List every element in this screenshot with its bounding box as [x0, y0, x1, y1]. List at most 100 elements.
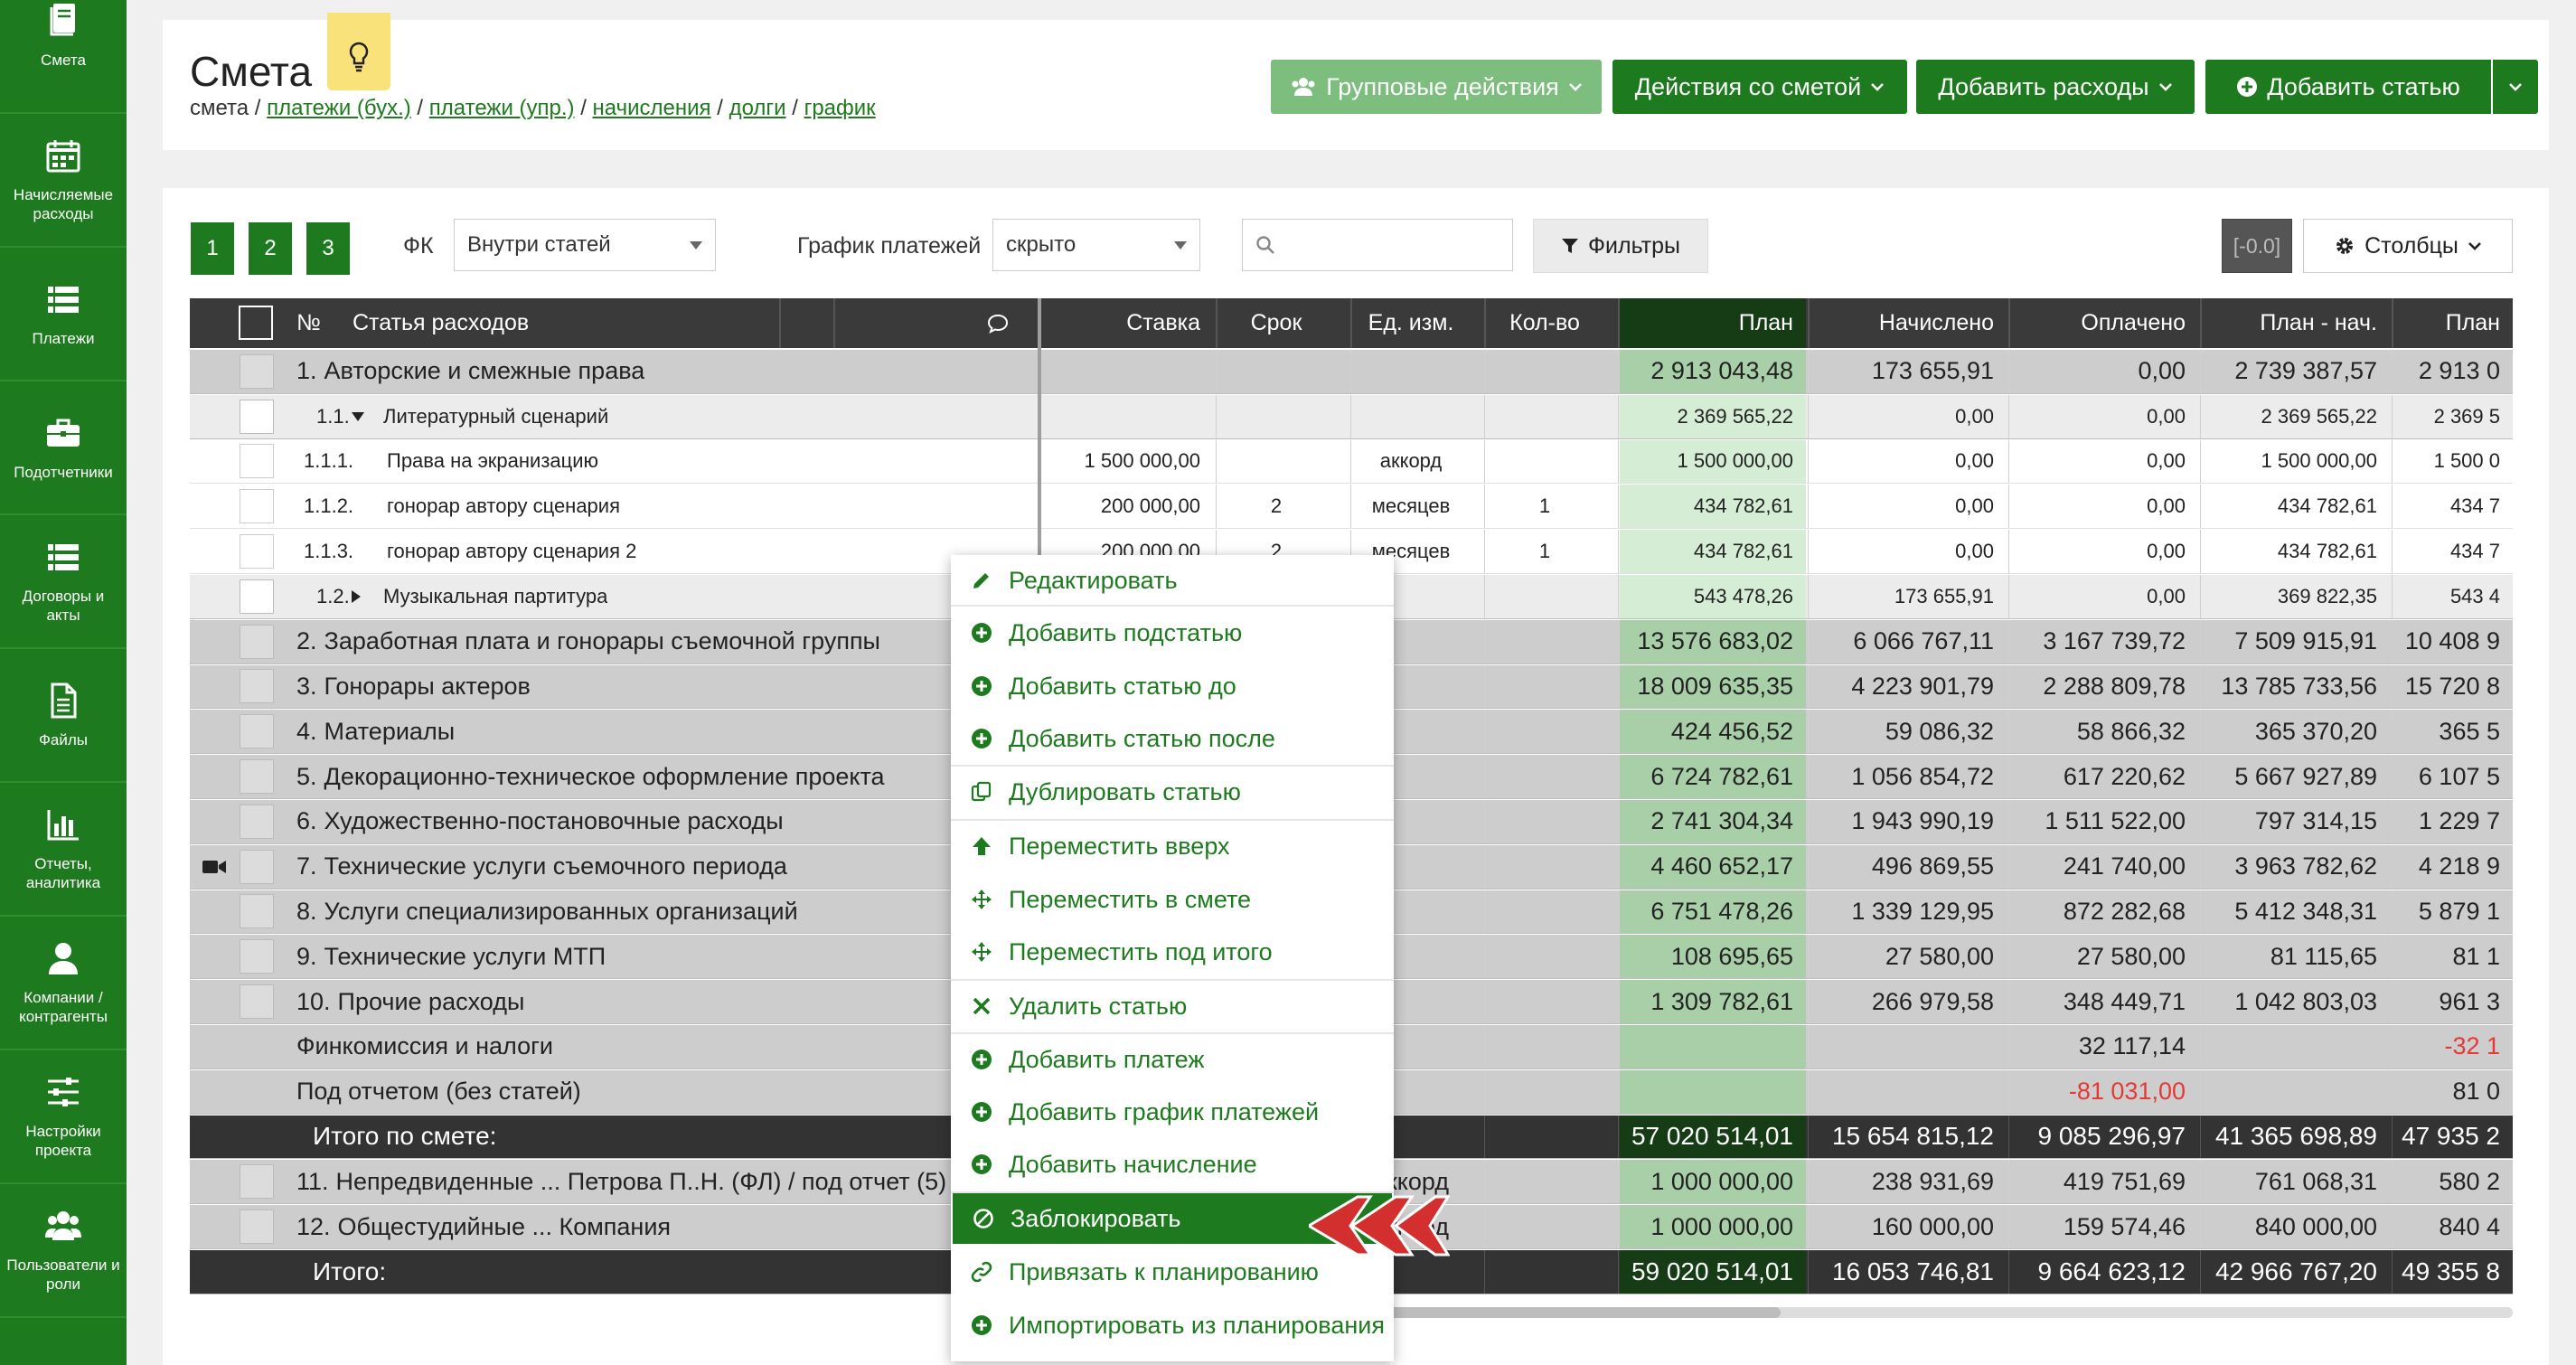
scrollbar-thumb[interactable]	[1383, 1307, 1781, 1318]
sidebar-item-4[interactable]: Договоры и акты	[0, 515, 127, 649]
page-button-1[interactable]: 1	[191, 222, 234, 275]
menu-item-0[interactable]: Редактировать	[951, 555, 1394, 606]
pointer-arrow-icon	[1309, 1195, 1450, 1257]
menu-item-8[interactable]: Удалить статью	[951, 981, 1394, 1031]
breadcrumb-link-4[interactable]: график	[804, 96, 876, 120]
column-divider	[1808, 350, 1809, 393]
sidebar-item-6[interactable]: Отчеты, аналитика	[0, 783, 127, 917]
cell-diff: 42 966 767,20	[2214, 1257, 2377, 1285]
bar-chart-icon	[47, 810, 79, 841]
row-checkbox[interactable]	[240, 849, 274, 884]
filters-button[interactable]: Фильтры	[1533, 219, 1708, 273]
menu-item-6[interactable]: Переместить в смете	[951, 874, 1394, 925]
row-checkbox[interactable]	[240, 984, 274, 1020]
sidebar-item-1[interactable]: Начисляемые расходы	[0, 114, 127, 248]
lightbulb-icon	[349, 42, 369, 72]
table-row[interactable]: 1.1. Литературный сценарий 2 369 565,22 0,0…	[190, 394, 2513, 439]
menu-item-14[interactable]: Импортировать из планирования	[951, 1300, 1394, 1351]
estimate-actions-button[interactable]: Действия со сметой	[1612, 60, 1907, 114]
row-checkbox[interactable]	[240, 669, 274, 704]
cell-plan2: 1 229 7	[2418, 807, 2500, 835]
column-divider	[2392, 575, 2393, 618]
cell-paid: 241 740,00	[2063, 852, 2186, 880]
menu-item-1[interactable]: Добавить подстатью	[951, 607, 1394, 658]
horizontal-scrollbar[interactable]	[1383, 1307, 2513, 1318]
cell-plan: 6 751 478,26	[1620, 890, 1806, 934]
row-checkbox[interactable]	[240, 399, 274, 434]
menu-item-2[interactable]: Добавить статью до	[951, 661, 1394, 711]
menu-item-10[interactable]: Добавить график платежей	[951, 1087, 1394, 1137]
menu-item-9[interactable]: Добавить платеж	[951, 1034, 1394, 1085]
menu-item-7[interactable]: Переместить под итого	[951, 927, 1394, 977]
sidebar-item-8[interactable]: Настройки проекта	[0, 1050, 127, 1184]
row-checkbox[interactable]	[240, 579, 274, 614]
add-expenses-button[interactable]: Добавить расходы	[1916, 60, 2195, 114]
row-checkbox[interactable]	[240, 1210, 274, 1245]
row-checkbox[interactable]	[240, 444, 274, 479]
search-input[interactable]	[1286, 233, 1485, 257]
table-row[interactable]: 1.1.2. гонорар автору сценария 200 000,00 2…	[190, 485, 2513, 530]
columns-button[interactable]: Столбцы	[2303, 219, 2513, 273]
search-field[interactable]	[1242, 219, 1513, 271]
menu-item-11[interactable]: Добавить начисление	[951, 1139, 1394, 1190]
breadcrumb-link-3[interactable]: долги	[729, 96, 786, 120]
select-all-checkbox[interactable]	[239, 306, 273, 340]
caret-down-icon[interactable]	[351, 395, 365, 438]
row-checkbox[interactable]	[240, 759, 274, 795]
cell-plan: 1 000 000,00	[1620, 1160, 1806, 1204]
menu-item-3[interactable]: Добавить статью после	[951, 713, 1394, 764]
page-button-2[interactable]: 2	[249, 222, 292, 275]
row-checkbox[interactable]	[240, 353, 274, 389]
column-divider	[1808, 1160, 1809, 1204]
row-checkbox[interactable]	[240, 939, 274, 974]
cell-paid: 2 288 809,78	[2043, 672, 2186, 700]
table-row[interactable]: 1. Авторские и смежные права 2 913 043,48 1…	[190, 350, 2513, 394]
breadcrumb-link-0[interactable]: платежи (бух.)	[267, 96, 411, 120]
group-actions-button[interactable]: Групповые действия	[1271, 60, 1602, 114]
column-divider	[1618, 755, 1619, 798]
row-label: 5. Декорационно-техническое оформление пр…	[296, 755, 885, 798]
cell-paid: 0,00	[2138, 357, 2186, 385]
row-name: Технические услуги МТП	[324, 942, 606, 970]
sidebar-item-7[interactable]: Компании / контрагенты	[0, 917, 127, 1050]
fk-label: ФК	[403, 233, 434, 259]
menu-item-4[interactable]: Дублировать статью	[951, 767, 1394, 817]
breadcrumb-link-2[interactable]: начисления	[593, 96, 711, 120]
counter-badge[interactable]: [-0.0]	[2222, 219, 2292, 273]
column-divider	[2200, 619, 2201, 664]
hint-button[interactable]	[327, 13, 390, 90]
page-button-3[interactable]: 3	[306, 222, 350, 275]
sidebar-item-3[interactable]: Подотчетники	[0, 381, 127, 515]
sidebar-item-2[interactable]: Платежи	[0, 248, 127, 381]
sidebar-item-5[interactable]: Файлы	[0, 649, 127, 783]
column-divider	[1808, 619, 1809, 664]
table-row[interactable]: 1.1.1. Права на экранизацию 1 500 000,00 ак…	[190, 439, 2513, 485]
row-checkbox[interactable]	[240, 714, 274, 749]
column-divider	[2200, 1025, 2201, 1068]
menu-item-label: Добавить начисление	[1009, 1150, 1257, 1178]
caret-right-icon[interactable]	[351, 575, 362, 618]
row-checkbox[interactable]	[240, 624, 274, 659]
header-plan2: План	[2445, 310, 2500, 335]
fk-select[interactable]: Внутри статей	[454, 219, 716, 271]
cell-accrued: 173 655,91	[1894, 584, 1994, 607]
cell-unit: аккорд	[1379, 449, 1443, 473]
chevron-down-icon	[1568, 83, 1582, 91]
row-checkbox[interactable]	[240, 804, 274, 839]
row-name: гонорар автору сценария	[387, 494, 620, 518]
cell-accrued: 0,00	[1955, 540, 1994, 563]
breadcrumb-link-1[interactable]: платежи (упр.)	[429, 96, 575, 120]
column-divider	[1484, 1069, 1485, 1114]
row-checkbox[interactable]	[240, 534, 274, 570]
sidebar-item-0[interactable]: Смета	[0, 0, 127, 114]
row-name: Права на экранизацию	[387, 449, 599, 473]
row-checkbox[interactable]	[240, 894, 274, 929]
menu-item-5[interactable]: Переместить вверх	[951, 821, 1394, 871]
row-checkbox[interactable]	[240, 1164, 274, 1200]
schedule-select[interactable]: скрыто	[992, 219, 1200, 271]
add-item-button[interactable]: Добавить статью	[2205, 60, 2491, 114]
column-divider	[1808, 439, 1809, 484]
row-checkbox[interactable]	[240, 489, 274, 524]
add-item-dropdown-button[interactable]	[2493, 60, 2538, 114]
sidebar-item-9[interactable]: Пользователи и роли	[0, 1184, 127, 1318]
